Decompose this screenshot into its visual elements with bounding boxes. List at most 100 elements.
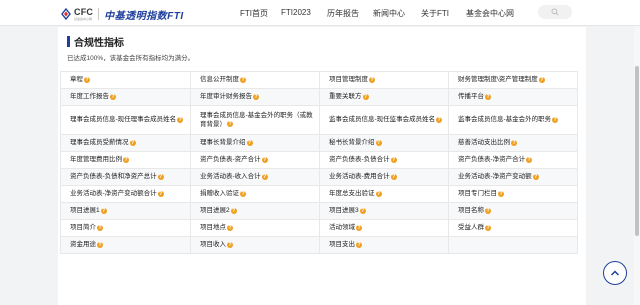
- indicator-label: 财务管理制度\资产管理制度: [458, 76, 538, 84]
- help-icon[interactable]: ?: [100, 207, 107, 214]
- brand-name: 中基透明指数FTI: [104, 10, 184, 22]
- help-icon[interactable]: ?: [532, 173, 539, 180]
- back-to-top-button[interactable]: [603, 261, 627, 285]
- search-icon: [551, 8, 559, 16]
- indicator-row: 理事会成员信息-现任理事会成员姓名? 理事会成员信息-基金会外的职务（或教育背景）…: [60, 105, 578, 135]
- indicator-cell: 业务活动表-净资产变动额合计?: [60, 185, 191, 203]
- help-icon[interactable]: ?: [110, 93, 116, 100]
- compliance-summary: 已达成100%，该基金会所有指标均为满分。: [67, 55, 195, 62]
- indicator-cell: 业务活动表-收入合计?: [190, 168, 320, 186]
- help-icon[interactable]: ?: [485, 224, 491, 231]
- indicator-cell: 传播平台?: [448, 88, 578, 106]
- indicator-cell: 项目进展3?: [319, 202, 449, 220]
- help-icon[interactable]: ?: [157, 190, 164, 197]
- help-icon[interactable]: ?: [246, 139, 253, 146]
- nav-item-fti-2023[interactable]: FTI2023: [281, 8, 311, 17]
- help-icon[interactable]: ?: [538, 76, 545, 83]
- indicator-label: 项目简介: [70, 224, 96, 232]
- help-icon[interactable]: ?: [261, 173, 268, 180]
- indicator-label: 理事长背景介绍: [200, 139, 246, 147]
- help-icon[interactable]: ?: [261, 156, 268, 163]
- logo-subtext: 基金会中心网: [74, 16, 93, 21]
- indicator-cell: 信息公开制度?: [190, 71, 320, 89]
- indicator-cell: 项目名称?: [448, 202, 578, 220]
- indicator-cell: 重要关联方?: [319, 88, 449, 106]
- indicator-label: 资产负债表-负债合计: [329, 156, 390, 164]
- indicator-cell: 项目地点?: [190, 219, 320, 237]
- nav-item-annual-reports[interactable]: 历年报告: [327, 8, 359, 19]
- help-icon[interactable]: ?: [97, 224, 103, 231]
- indicator-label: 年度工作报告: [70, 93, 109, 101]
- help-icon[interactable]: ?: [375, 139, 382, 146]
- indicator-label: 监事会成员信息-基金会外的职务: [458, 116, 552, 124]
- help-icon[interactable]: ?: [177, 116, 184, 123]
- nav-item-fti-home[interactable]: FTI首页: [240, 8, 268, 19]
- indicator-label: 受益人群: [458, 224, 484, 232]
- indicator-cell: 捐赠收入验证?: [190, 185, 320, 203]
- help-icon[interactable]: ?: [498, 190, 504, 197]
- indicator-label: 项目地点: [200, 224, 226, 232]
- help-icon[interactable]: ?: [362, 93, 369, 100]
- help-icon[interactable]: ?: [240, 190, 246, 197]
- indicator-label: 理事会成员信息-基金会外的职务（或教育背景）: [200, 111, 313, 128]
- indicator-cell: 年度审计财务报告?: [190, 88, 320, 106]
- help-icon[interactable]: ?: [253, 93, 259, 100]
- logo-divider: [98, 8, 100, 20]
- indicator-cell: 项目管理制度?: [319, 71, 449, 89]
- help-icon[interactable]: ?: [436, 116, 443, 123]
- nav-item-news-center[interactable]: 新闻中心: [373, 8, 405, 19]
- chevron-up-icon: [610, 270, 620, 276]
- help-icon[interactable]: ?: [97, 241, 103, 248]
- help-icon[interactable]: ?: [356, 224, 362, 231]
- help-icon[interactable]: ?: [227, 121, 233, 128]
- nav-item-about-fti[interactable]: 关于FTI: [421, 8, 449, 19]
- help-icon[interactable]: ?: [359, 207, 366, 214]
- indicator-label: 章程: [70, 76, 83, 84]
- help-icon[interactable]: ?: [526, 156, 533, 163]
- nav-item-foundation-center[interactable]: 基金会中心网: [466, 8, 514, 19]
- help-icon[interactable]: ?: [240, 76, 246, 83]
- indicator-cell: 受益人群?: [448, 219, 578, 237]
- indicator-row: 年度工作报告? 年度审计财务报告? 重要关联方? 传播平台?: [60, 88, 578, 106]
- logo-text: CFC: [74, 6, 94, 17]
- help-icon[interactable]: ?: [227, 224, 233, 231]
- scrollbar-thumb[interactable]: [635, 66, 639, 236]
- indicator-label: 项目收入: [200, 241, 226, 249]
- help-icon[interactable]: ?: [485, 93, 491, 100]
- indicator-cell: 年度管理费用比例?: [60, 151, 191, 169]
- indicator-label: 项目支出: [329, 241, 355, 249]
- help-icon[interactable]: ?: [485, 207, 491, 214]
- help-icon[interactable]: ?: [375, 190, 382, 197]
- logo-mark-icon: [60, 8, 72, 20]
- indicator-cell: 业务活动表-净资产变动额?: [448, 168, 578, 186]
- search-button[interactable]: [538, 5, 572, 19]
- help-icon[interactable]: ?: [230, 207, 237, 214]
- help-icon[interactable]: ?: [157, 173, 164, 180]
- indicator-cell: 秘书长背景介绍?: [319, 134, 449, 152]
- site-logo[interactable]: CFC 基金会中心网 中基透明指数FTI: [60, 5, 184, 23]
- indicator-cell: 项目简介?: [60, 219, 191, 237]
- help-icon[interactable]: ?: [552, 116, 559, 123]
- indicator-cell: 慈善活动支出比例?: [448, 134, 578, 152]
- indicator-cell: 章程?: [60, 71, 191, 89]
- help-icon[interactable]: ?: [129, 139, 136, 146]
- indicator-label: 项目进展2: [200, 207, 230, 215]
- logo-cfc: CFC 基金会中心网: [74, 6, 94, 21]
- help-icon[interactable]: ?: [369, 76, 375, 83]
- help-icon[interactable]: ?: [390, 156, 397, 163]
- indicator-row: 年度管理费用比例? 资产负债表-资产合计? 资产负债表-负债合计? 资产负债表-净资产…: [60, 151, 578, 169]
- indicator-label: 资金用途: [70, 241, 96, 249]
- help-icon[interactable]: ?: [84, 76, 90, 83]
- indicator-cell: 项目专门栏目?: [448, 185, 578, 203]
- indicator-cell: 理事长背景介绍?: [190, 134, 320, 152]
- help-icon[interactable]: ?: [390, 173, 397, 180]
- indicator-label: 资产负债表-净资产合计: [458, 156, 526, 164]
- help-icon[interactable]: ?: [227, 241, 233, 248]
- indicator-label: 信息公开制度: [200, 76, 239, 84]
- help-icon[interactable]: ?: [511, 139, 517, 146]
- help-icon[interactable]: ?: [356, 241, 362, 248]
- help-icon[interactable]: ?: [123, 156, 129, 163]
- indicator-cell: 监事会成员信息-基金会外的职务?: [448, 105, 578, 135]
- page-scrollbar[interactable]: [634, 26, 640, 305]
- indicator-label: 业务活动表-净资产变动额合计: [70, 190, 157, 198]
